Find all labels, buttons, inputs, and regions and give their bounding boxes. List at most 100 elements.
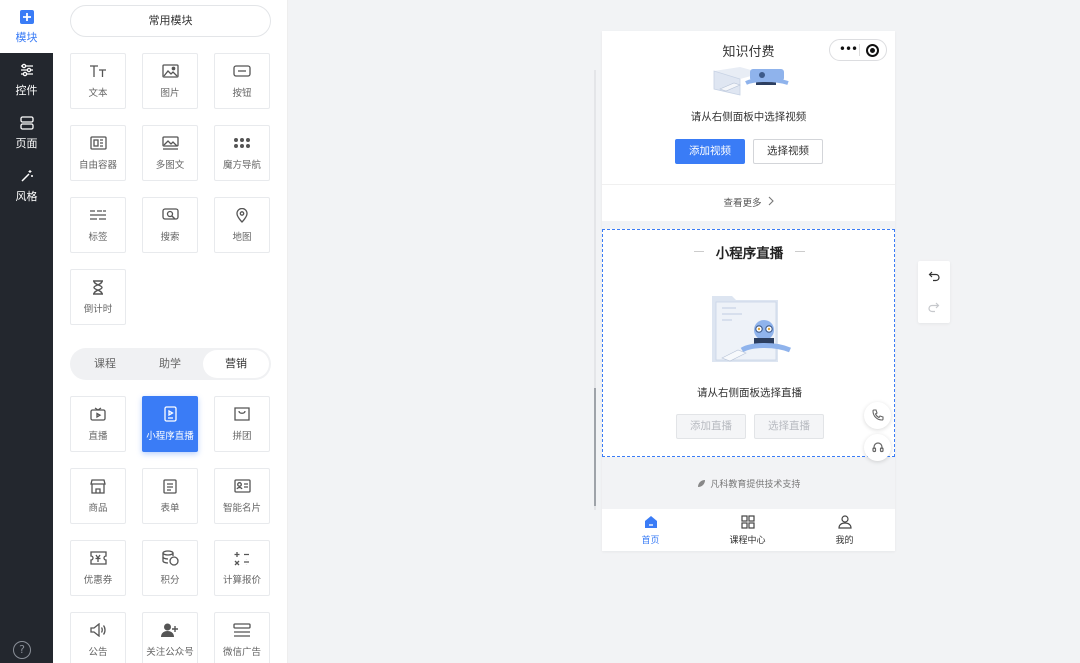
coupon-icon: [89, 550, 107, 566]
rail-item-style[interactable]: 风格: [0, 159, 53, 212]
phone-call-button[interactable]: [864, 402, 891, 429]
search-icon: [161, 207, 179, 223]
capsule-divider: [859, 44, 860, 56]
mini-program-capsule[interactable]: •••: [829, 39, 887, 61]
add-live-button[interactable]: 添加直播: [676, 414, 746, 439]
sliders-icon: [19, 62, 35, 78]
module-label: 微信广告: [222, 647, 261, 658]
module-group-buy[interactable]: 拼团: [214, 396, 270, 452]
form-icon: [163, 478, 177, 494]
module-label: 商品: [88, 503, 108, 514]
live-hint-text: 请从右侧面板选择直播: [697, 387, 802, 399]
view-more-link[interactable]: 查看更多: [602, 184, 895, 221]
module-search[interactable]: 搜索: [142, 197, 198, 253]
module-label: 拼团: [232, 431, 252, 442]
module-mini-live[interactable]: 小程序直播: [142, 396, 198, 452]
tab-marketing[interactable]: 营销: [203, 350, 269, 378]
module-quote-calc[interactable]: 计算报价: [214, 540, 270, 596]
rail-item-pages[interactable]: 页面: [0, 106, 53, 159]
rail-item-controls[interactable]: 控件: [0, 53, 53, 106]
view-more-label: 查看更多: [723, 198, 762, 209]
mini-live-icon: [163, 406, 177, 422]
module-label: 倒计时: [83, 304, 113, 315]
module-panel: 常用模块 文本 图片 按钮 自由容器 多图文 魔方导航 标签 搜索 地图 倒计时: [53, 0, 288, 663]
module-follow-account[interactable]: 关注公众号: [142, 612, 198, 663]
module-label: 表单: [160, 503, 180, 514]
video-empty-illustration: [710, 63, 792, 97]
home-icon: [644, 515, 658, 530]
module-wechat-ad[interactable]: 微信广告: [214, 612, 270, 663]
headset-icon: [871, 438, 884, 457]
hourglass-icon: [92, 279, 104, 295]
module-countdown[interactable]: 倒计时: [70, 269, 126, 325]
module-live[interactable]: 直播: [70, 396, 126, 452]
common-modules-title: 常用模块: [70, 5, 271, 37]
module-coupon[interactable]: 优惠券: [70, 540, 126, 596]
multi-image-icon: [161, 135, 179, 151]
user-icon: [837, 515, 852, 530]
tabbar-label: 首页: [641, 535, 660, 546]
add-video-button[interactable]: 添加视频: [675, 139, 745, 164]
module-label: 公告: [88, 647, 108, 658]
undo-button[interactable]: [918, 261, 950, 292]
module-tag[interactable]: 标签: [70, 197, 126, 253]
section-gap: [602, 221, 895, 229]
tabbar-mine[interactable]: 我的: [796, 509, 893, 551]
rail-item-label: 模块: [15, 30, 38, 44]
module-label: 文本: [88, 88, 108, 99]
grid-dots-icon: [233, 135, 251, 151]
category-tabs: 课程 助学 营销: [70, 348, 271, 380]
tabbar-label: 课程中心: [729, 535, 766, 546]
module-label: 小程序直播: [146, 431, 194, 442]
magic-wand-icon: [19, 168, 35, 184]
module-form[interactable]: 表单: [142, 468, 198, 524]
customer-service-button[interactable]: [864, 434, 891, 461]
shop-icon: [90, 478, 106, 494]
module-container[interactable]: 自由容器: [70, 125, 126, 181]
powered-by-text: 凡科教育提供技术支持: [710, 480, 801, 490]
module-grid-nav[interactable]: 魔方导航: [214, 125, 270, 181]
module-label: 优惠券: [83, 575, 113, 586]
choose-live-button[interactable]: 选择直播: [754, 414, 824, 439]
mini-live-module[interactable]: 小程序直播 请从右侧面板选择直播 添加直播 选择直播: [602, 229, 895, 457]
more-dots-icon[interactable]: •••: [837, 40, 859, 60]
powered-by: 凡科教育提供技术支持: [602, 477, 895, 491]
tabbar-course-center[interactable]: 课程中心: [699, 509, 796, 551]
coins-icon: [161, 550, 179, 566]
chevron-right-icon: [768, 185, 774, 222]
module-label: 自由容器: [78, 160, 117, 171]
scrollbar-thumb[interactable]: [594, 388, 596, 506]
redo-button[interactable]: [918, 292, 950, 323]
bag-icon: [234, 406, 250, 422]
card-icon: [233, 478, 251, 494]
help-button[interactable]: ?: [13, 641, 31, 659]
module-text[interactable]: 文本: [70, 53, 126, 109]
video-hint-text: 请从右侧面板中选择视频: [690, 111, 807, 123]
module-smart-card[interactable]: 智能名片: [214, 468, 270, 524]
tabbar-label: 我的: [835, 535, 854, 546]
tabbar-home[interactable]: 首页: [602, 509, 699, 551]
tab-study-aid[interactable]: 助学: [137, 350, 203, 378]
phone-preview: 知识付费 ••• 请从右侧面板中选择视频 添加视频 选择视频 查看更多 小程序直…: [602, 31, 895, 551]
module-goods[interactable]: 商品: [70, 468, 126, 524]
module-label: 标签: [88, 232, 108, 243]
module-label: 图片: [160, 88, 180, 99]
module-image[interactable]: 图片: [142, 53, 198, 109]
bottom-tabbar: 首页 课程中心 我的: [602, 509, 895, 551]
module-map[interactable]: 地图: [214, 197, 270, 253]
live-title-text: 小程序直播: [715, 246, 784, 262]
canvas-scrollbar[interactable]: [594, 70, 596, 510]
redo-icon: [928, 298, 940, 317]
module-multi-image[interactable]: 多图文: [142, 125, 198, 181]
text-icon: [89, 63, 107, 79]
tab-course[interactable]: 课程: [72, 350, 138, 378]
pages-icon: [19, 115, 35, 131]
module-button[interactable]: 按钮: [214, 53, 270, 109]
module-notice[interactable]: 公告: [70, 612, 126, 663]
rail-item-modules[interactable]: 模块: [0, 0, 53, 53]
module-label: 智能名片: [222, 503, 261, 514]
close-target-icon[interactable]: [866, 44, 879, 57]
undo-icon: [928, 267, 940, 286]
choose-video-button[interactable]: 选择视频: [753, 139, 823, 164]
module-points[interactable]: 积分: [142, 540, 198, 596]
